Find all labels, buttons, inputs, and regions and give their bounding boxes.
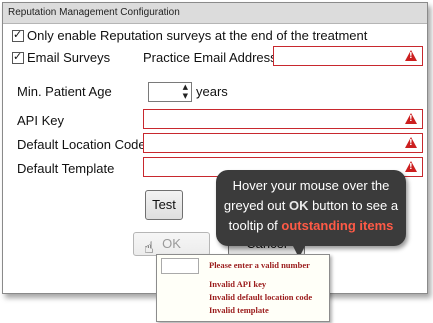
test-button[interactable]: Test: [145, 190, 183, 220]
default-template-label: Default Template: [17, 161, 115, 176]
warning-icon: !: [405, 137, 417, 148]
spin-down-icon[interactable]: ▼: [183, 92, 188, 100]
tooltip-item: Invalid default location code: [209, 292, 313, 302]
config-window: Reputation Management Configuration Only…: [2, 2, 428, 294]
min-age-label: Min. Patient Age: [17, 84, 112, 99]
email-surveys-checkbox[interactable]: [12, 50, 24, 64]
years-label: years: [196, 84, 228, 99]
default-location-input[interactable]: !: [143, 133, 423, 153]
tooltip-item: Invalid API key: [209, 279, 267, 289]
callout-line-2: greyed out OK button to see a: [223, 198, 399, 213]
spin-up-icon[interactable]: ▲: [183, 83, 188, 91]
hint-callout: Hover your mouse over the greyed out OK …: [216, 170, 406, 246]
hand-cursor-icon: ☝: [144, 238, 154, 257]
enable-surveys-label: Only enable Reputation surveys at the en…: [27, 28, 368, 43]
min-age-spinner[interactable]: ▲ ▼: [148, 82, 192, 102]
tooltip-item: Invalid template: [209, 305, 269, 315]
api-key-label: API Key: [17, 113, 64, 128]
callout-line-3: tooltip of outstanding items: [228, 218, 394, 233]
callout-line-1: Hover your mouse over the: [232, 178, 390, 193]
warning-icon: !: [405, 161, 417, 172]
email-surveys-label: Email Surveys: [27, 50, 111, 65]
tooltip-spinner-ghost: [161, 258, 199, 274]
practice-email-label: Practice Email Address: [143, 50, 277, 65]
window-title: Reputation Management Configuration: [3, 3, 427, 24]
warning-icon: !: [405, 50, 417, 61]
enable-surveys-checkbox[interactable]: [12, 28, 24, 42]
outstanding-items-tooltip: Please enter a valid number Invalid API …: [156, 254, 330, 322]
warning-icon: !: [405, 113, 417, 124]
api-key-input[interactable]: !: [143, 109, 423, 129]
default-location-label: Default Location Code: [17, 137, 146, 152]
practice-email-input[interactable]: !: [273, 46, 423, 66]
tooltip-item: Please enter a valid number: [209, 260, 310, 270]
